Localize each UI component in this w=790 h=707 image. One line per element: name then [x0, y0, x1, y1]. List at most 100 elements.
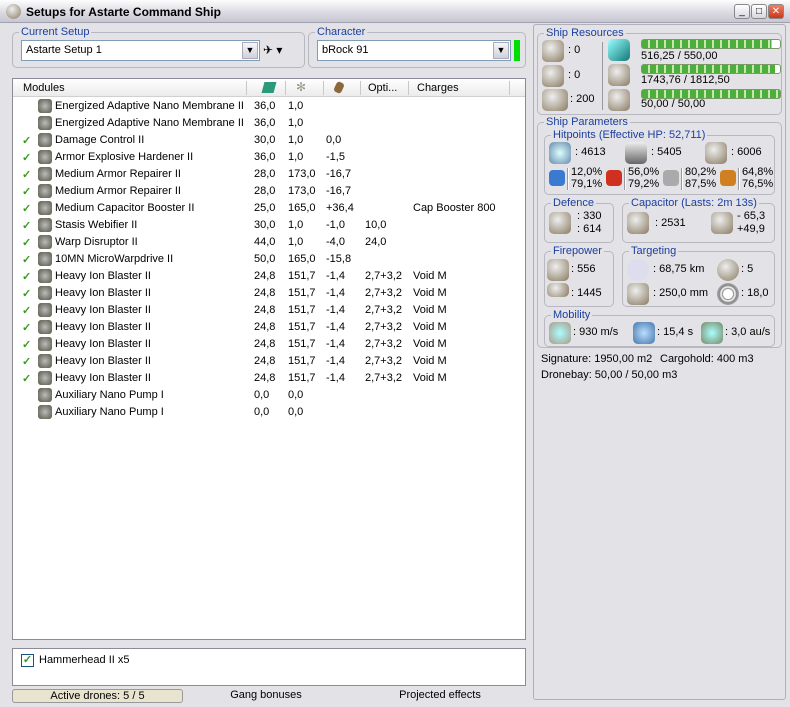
cpu-bar — [641, 39, 781, 49]
module-row[interactable]: Energized Adaptive Nano Membrane II 36,0 1… — [13, 98, 525, 115]
powergrid-bar — [641, 64, 781, 74]
module-icon — [38, 371, 52, 385]
tab-projected-effects[interactable]: Projected effects — [370, 689, 510, 703]
module-row[interactable]: ✓ Damage Control II 30,0 1,0 0,0 — [13, 132, 525, 149]
ship-parameters-group: Ship Parameters Hitpoints (Effective HP:… — [537, 116, 782, 348]
module-row[interactable]: ✓ Stasis Webifier II 30,0 1,0 -1,0 10,0 — [13, 217, 525, 234]
module-icon — [38, 167, 52, 181]
active-check-icon[interactable]: ✓ — [22, 185, 31, 198]
module-cpu: 24,8 — [254, 355, 276, 367]
module-cpu: 0,0 — [254, 389, 270, 401]
module-row[interactable]: ✓ Medium Armor Repairer II 28,0 173,0 -16,7 — [13, 166, 525, 183]
active-check-icon[interactable]: ✓ — [22, 236, 31, 249]
module-row[interactable]: ✓ Medium Armor Repairer II 28,0 173,0 -16,7 — [13, 183, 525, 200]
thermal-resist-armor: 79,2% — [628, 178, 660, 190]
setup-select[interactable]: Astarte Setup 1 ▼ — [21, 40, 260, 61]
module-row[interactable]: ✓ Heavy Ion Blaster II 24,8 151,7 -1,4 2,7+3,… — [13, 285, 525, 302]
module-cpu: 28,0 — [254, 185, 276, 197]
modules-list[interactable]: Modules ✻ Opti... Charges Energized Adap… — [12, 78, 526, 640]
setup-tools-menu-button[interactable]: ✈ ▾ — [263, 43, 282, 57]
module-row[interactable]: Auxiliary Nano Pump I 0,0 0,0 — [13, 404, 525, 421]
module-row[interactable]: Energized Adaptive Nano Membrane II 36,0 1… — [13, 115, 525, 132]
active-check-icon[interactable]: ✓ — [22, 151, 31, 164]
module-icon — [38, 150, 52, 164]
capacitor-use: - 65,3 — [737, 210, 766, 222]
drones-list[interactable]: ✓ Hammerhead II x5 — [12, 648, 526, 686]
drone-item[interactable]: Hammerhead II x5 — [39, 654, 129, 666]
hitpoints-group: Hitpoints (Effective HP: 52,711) : 4613 … — [544, 129, 775, 195]
capacitor-icon[interactable] — [333, 80, 345, 95]
shield-icon — [549, 142, 571, 164]
cpu-icon[interactable] — [261, 82, 277, 93]
powergrid-icon[interactable]: ✻ — [296, 80, 306, 94]
active-check-icon[interactable]: ✓ — [22, 253, 31, 266]
chevron-down-icon[interactable]: ▼ — [493, 42, 509, 59]
close-button[interactable]: ✕ — [768, 4, 784, 19]
module-row[interactable]: ✓ 10MN MicroWarpdrive II 50,0 165,0 -15,8 — [13, 251, 525, 268]
active-check-icon[interactable]: ✓ — [22, 304, 31, 317]
column-charges[interactable]: Charges — [417, 82, 459, 94]
defence-icon — [549, 212, 571, 234]
turret-hardpoint-icon — [542, 40, 564, 62]
module-cpu: 36,0 — [254, 100, 276, 112]
module-row[interactable]: Auxiliary Nano Pump I 0,0 0,0 — [13, 387, 525, 404]
active-check-icon[interactable]: ✓ — [22, 202, 31, 215]
module-powergrid: 1,0 — [288, 151, 304, 163]
explosive-resist-icon — [720, 170, 736, 186]
active-check-icon[interactable]: ✓ — [22, 219, 31, 232]
hitpoints-label: Hitpoints (Effective HP: 52,711) — [551, 129, 708, 141]
kinetic-resist-shield: 80,2% — [685, 166, 717, 178]
active-check-icon[interactable]: ✓ — [22, 134, 31, 147]
module-row[interactable]: ✓ Armor Explosive Hardener II 36,0 1,0 -1,5 — [13, 149, 525, 166]
active-check-icon[interactable]: ✓ — [22, 355, 31, 368]
active-check-icon[interactable]: ✓ — [22, 321, 31, 334]
module-cpu: 24,8 — [254, 338, 276, 350]
module-capacitor: -1,4 — [326, 321, 345, 333]
module-cpu: 24,8 — [254, 270, 276, 282]
powergrid-value: 1743,76 / 1812,50 — [641, 74, 730, 86]
module-charges: Void M — [413, 270, 447, 282]
capacitor-icon — [627, 212, 649, 234]
module-row[interactable]: ✓ Heavy Ion Blaster II 24,8 151,7 -1,4 2,7+3,… — [13, 353, 525, 370]
character-value: bRock 91 — [322, 44, 369, 56]
character-select[interactable]: bRock 91 ▼ — [317, 40, 511, 61]
module-optimal: 2,7+3,2 — [365, 304, 403, 316]
module-capacitor: -16,7 — [326, 168, 352, 180]
armor-icon — [625, 142, 647, 164]
maximize-button[interactable]: □ — [751, 4, 767, 19]
module-row[interactable]: ✓ Heavy Ion Blaster II 24,8 151,7 -1,4 2,7+3,… — [13, 336, 525, 353]
column-optimal[interactable]: Opti... — [368, 82, 397, 94]
module-optimal: 2,7+3,2 — [365, 321, 403, 333]
module-row[interactable]: ✓ Heavy Ion Blaster II 24,8 151,7 -1,4 2,7+3,… — [13, 319, 525, 336]
defence-value-1: : 330 — [577, 210, 602, 222]
module-cpu: 24,8 — [254, 321, 276, 333]
module-name: Medium Armor Repairer II — [55, 168, 181, 180]
scan-resolution-icon — [627, 283, 649, 305]
drone-checkbox[interactable]: ✓ — [21, 654, 34, 667]
module-row[interactable]: ✓ Warp Disruptor II 44,0 1,0 -4,0 24,0 — [13, 234, 525, 251]
module-capacitor: -1,4 — [326, 372, 345, 384]
module-row[interactable]: ✓ Medium Capacitor Booster II 25,0 165,0 +36… — [13, 200, 525, 217]
module-charges: Void M — [413, 321, 447, 333]
minimize-button[interactable]: _ — [734, 4, 750, 19]
active-check-icon[interactable]: ✓ — [22, 338, 31, 351]
chevron-down-icon[interactable]: ▼ — [242, 42, 258, 59]
active-check-icon[interactable]: ✓ — [22, 287, 31, 300]
module-capacitor: -15,8 — [326, 253, 352, 265]
tab-active-drones[interactable]: Active drones: 5 / 5 — [12, 689, 183, 703]
module-charges: Void M — [413, 355, 447, 367]
tab-gang-bonuses[interactable]: Gang bonuses — [196, 689, 336, 703]
target-range-icon — [627, 259, 649, 281]
column-modules[interactable]: Modules — [23, 82, 65, 94]
module-row[interactable]: ✓ Heavy Ion Blaster II 24,8 151,7 -1,4 2,7+3,… — [13, 268, 525, 285]
active-check-icon[interactable]: ✓ — [22, 168, 31, 181]
module-icon — [38, 286, 52, 300]
structure-hp: : 6006 — [731, 146, 762, 158]
module-row[interactable]: ✓ Heavy Ion Blaster II 24,8 151,7 -1,4 2,7+3,… — [13, 302, 525, 319]
active-check-icon[interactable]: ✓ — [22, 372, 31, 385]
active-check-icon[interactable]: ✓ — [22, 270, 31, 283]
module-row[interactable]: ✓ Heavy Ion Blaster II 24,8 151,7 -1,4 2,7+3,… — [13, 370, 525, 387]
dronebay: Dronebay: 50,00 / 50,00 m3 — [541, 369, 678, 381]
module-icon — [38, 354, 52, 368]
module-optimal: 2,7+3,2 — [365, 270, 403, 282]
